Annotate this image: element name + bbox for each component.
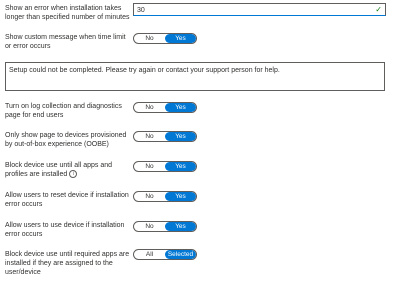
block-until-all-yes-option[interactable]: Yes — [165, 162, 196, 171]
log-collection-no-option[interactable]: No — [134, 103, 165, 112]
block-until-required-label: Block device use until required apps are… — [5, 251, 130, 276]
block-until-all-label: Block device use until all apps and prof… — [5, 161, 133, 179]
oobe-only-yes-option[interactable]: Yes — [165, 132, 196, 141]
block-until-all-text: Block device use until all apps and prof… — [5, 162, 113, 178]
allow-use-label: Allow users to use device if installatio… — [5, 222, 125, 238]
installation-timeout-label: Show an error when installation takes lo… — [5, 5, 130, 21]
log-collection-label: Turn on log collection and diagnostics p… — [5, 103, 122, 119]
oobe-only-toggle[interactable]: No Yes — [133, 131, 197, 142]
custom-message-yes-option[interactable]: Yes — [165, 34, 196, 43]
custom-message-toggle[interactable]: No Yes — [133, 33, 197, 44]
allow-reset-no-option[interactable]: No — [134, 192, 165, 201]
custom-message-text: Setup could not be completed. Please try… — [9, 67, 280, 74]
allow-use-toggle[interactable]: No Yes — [133, 221, 197, 232]
custom-message-label: Show custom message when time limit or e… — [5, 34, 126, 50]
allow-use-no-option[interactable]: No — [134, 222, 165, 231]
log-collection-yes-option[interactable]: Yes — [165, 103, 196, 112]
checkmark-icon: ✓ — [375, 5, 382, 14]
block-until-required-all-option[interactable]: All — [134, 250, 165, 259]
installation-timeout-input-box[interactable]: ✓ — [133, 3, 386, 16]
allow-use-yes-option[interactable]: Yes — [165, 222, 196, 231]
allow-reset-yes-option[interactable]: Yes — [165, 192, 196, 201]
oobe-only-no-option[interactable]: No — [134, 132, 165, 141]
custom-message-no-option[interactable]: No — [134, 34, 165, 43]
allow-reset-label: Allow users to reset device if installat… — [5, 192, 129, 208]
custom-message-textarea[interactable]: Setup could not be completed. Please try… — [5, 62, 385, 91]
block-until-all-toggle[interactable]: No Yes — [133, 161, 197, 172]
info-icon[interactable]: i — [69, 170, 78, 179]
block-until-required-selected-option[interactable]: Selected — [165, 250, 196, 259]
installation-timeout-input[interactable] — [137, 5, 367, 15]
allow-reset-toggle[interactable]: No Yes — [133, 191, 197, 202]
log-collection-toggle[interactable]: No Yes — [133, 102, 197, 113]
oobe-only-label: Only show page to devices provisioned by… — [5, 132, 127, 148]
block-until-all-no-option[interactable]: No — [134, 162, 165, 171]
block-until-required-toggle[interactable]: All Selected — [133, 249, 197, 260]
